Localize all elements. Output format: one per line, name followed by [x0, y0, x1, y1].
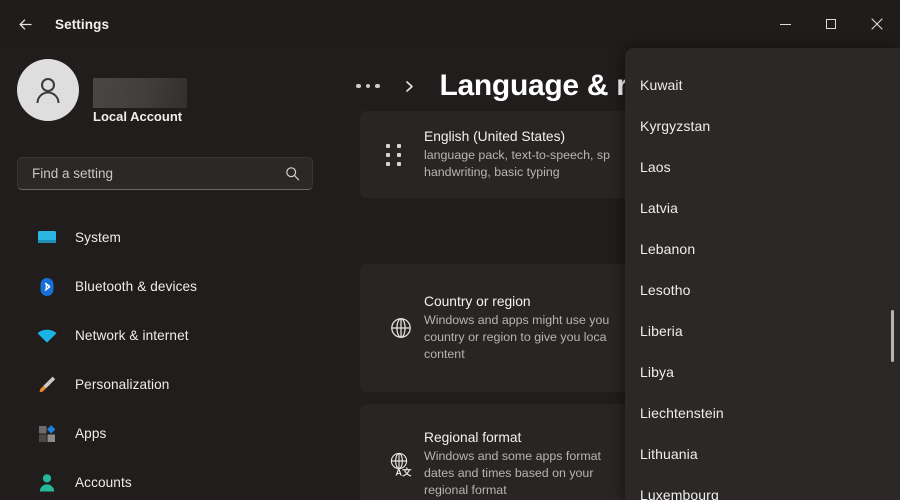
app-title: Settings	[55, 17, 109, 32]
close-icon	[871, 18, 883, 30]
country-dropdown-list[interactable]: Kuwait Kyrgyzstan Laos Latvia Lebanon Le…	[625, 48, 900, 500]
language-card[interactable]: English (United States) language pack, t…	[360, 111, 660, 198]
sidebar-item-label: Accounts	[75, 475, 132, 490]
sidebar-item-personalization[interactable]: Personalization	[12, 360, 318, 409]
title-bar: Settings	[0, 0, 900, 48]
dropdown-scrollbar[interactable]	[891, 310, 894, 362]
avatar	[17, 59, 79, 121]
country-or-region-card[interactable]: Country or region Windows and apps might…	[360, 264, 660, 392]
search-placeholder: Find a setting	[32, 166, 113, 181]
dropdown-item[interactable]: Luxembourg	[640, 481, 890, 500]
sidebar-item-label: Network & internet	[75, 328, 189, 343]
sidebar-item-system[interactable]: System	[12, 213, 318, 262]
account-summary[interactable]: Local Account	[17, 59, 317, 123]
page-title: Language & r	[440, 69, 628, 103]
minimize-icon	[780, 24, 791, 25]
apps-grid-icon	[36, 423, 58, 445]
maximize-button[interactable]	[808, 0, 854, 48]
monitor-icon	[36, 227, 58, 249]
dropdown-item[interactable]: Lithuania	[640, 440, 890, 468]
bluetooth-icon	[36, 276, 58, 298]
sidebar-item-network-internet[interactable]: Network & internet	[12, 311, 318, 360]
sidebar-item-label: Personalization	[75, 377, 169, 392]
close-button[interactable]	[854, 0, 900, 48]
dropdown-item[interactable]: Liechtenstein	[640, 399, 890, 427]
account-type-label: Local Account	[93, 109, 182, 124]
sidebar-item-label: Apps	[75, 426, 106, 441]
search-icon	[285, 166, 300, 181]
dropdown-item[interactable]: Kuwait	[640, 71, 890, 99]
dropdown-item[interactable]: Latvia	[640, 194, 890, 222]
sidebar-nav: System Bluetooth & devices Network	[0, 213, 330, 500]
back-button[interactable]	[10, 10, 40, 38]
breadcrumb: Language & r	[356, 62, 628, 110]
sidebar-item-label: System	[75, 230, 121, 245]
sidebar: Local Account Find a setting System	[0, 48, 330, 500]
dropdown-item[interactable]: Libya	[640, 358, 890, 386]
dropdown-item[interactable]: Lesotho	[640, 276, 890, 304]
wifi-icon	[36, 325, 58, 347]
search-input[interactable]: Find a setting	[17, 157, 313, 190]
svg-text:文: 文	[402, 467, 412, 478]
dropdown-item[interactable]: Laos	[640, 153, 890, 181]
dropdown-item[interactable]: Lebanon	[640, 235, 890, 263]
breadcrumb-ellipsis-button[interactable]	[356, 84, 380, 89]
sidebar-item-bluetooth-devices[interactable]: Bluetooth & devices	[12, 262, 318, 311]
settings-window: Settings	[0, 0, 900, 500]
maximize-icon	[826, 19, 836, 29]
drag-handle-icon[interactable]	[386, 144, 401, 166]
window-controls	[762, 0, 900, 48]
sidebar-item-accounts[interactable]: Accounts	[12, 458, 318, 500]
dropdown-item[interactable]: Liberia	[640, 317, 890, 345]
account-name-redacted	[93, 78, 187, 108]
minimize-button[interactable]	[762, 0, 808, 48]
regional-format-card[interactable]: A 文 Regional format Windows and some app…	[360, 404, 660, 500]
dropdown-item[interactable]: Kyrgyzstan	[640, 112, 890, 140]
sidebar-item-label: Bluetooth & devices	[75, 279, 197, 294]
person-icon	[36, 472, 58, 494]
paintbrush-icon	[36, 374, 58, 396]
chevron-right-icon	[403, 79, 416, 94]
translate-globe-icon: A 文	[385, 448, 417, 480]
back-arrow-icon	[17, 16, 34, 33]
sidebar-item-apps[interactable]: Apps	[12, 409, 318, 458]
person-avatar-icon	[31, 73, 65, 107]
globe-icon	[385, 312, 417, 344]
